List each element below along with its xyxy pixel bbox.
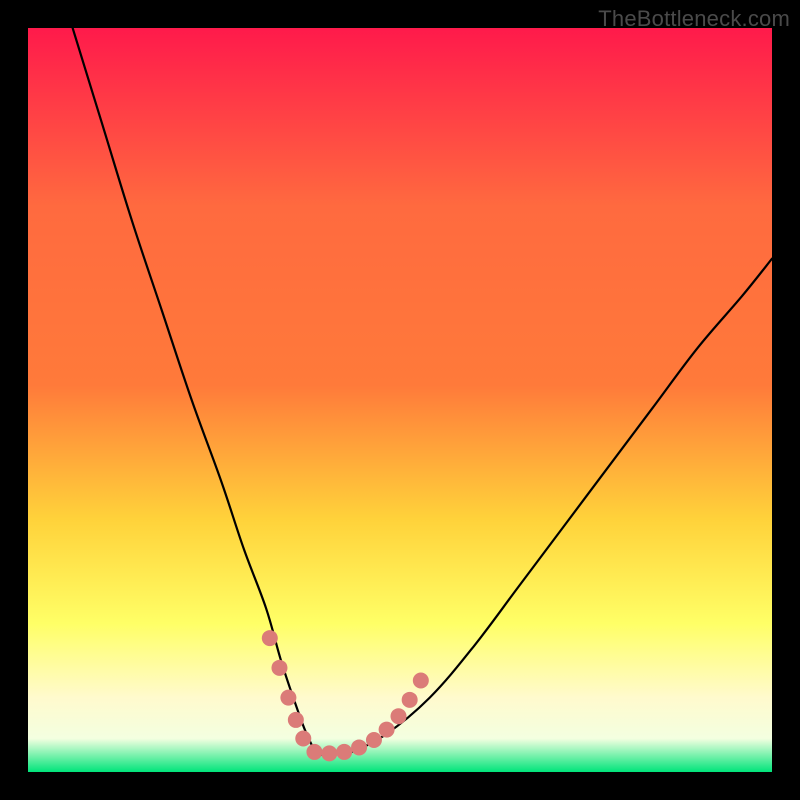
highlight-point <box>321 745 337 761</box>
highlight-point <box>379 722 395 738</box>
highlight-point <box>351 739 367 755</box>
highlight-point <box>295 731 311 747</box>
chart-svg <box>28 28 772 772</box>
highlight-point <box>336 744 352 760</box>
highlight-point <box>391 708 407 724</box>
highlight-point <box>366 732 382 748</box>
outer-frame: TheBottleneck.com <box>0 0 800 800</box>
highlight-point <box>306 744 322 760</box>
highlight-point <box>288 712 304 728</box>
highlight-point <box>280 690 296 706</box>
watermark-text: TheBottleneck.com <box>598 6 790 32</box>
highlight-point <box>262 630 278 646</box>
plot-area <box>28 28 772 772</box>
gradient-background <box>28 28 772 772</box>
highlight-point <box>402 692 418 708</box>
highlight-point <box>271 660 287 676</box>
highlight-point <box>413 672 429 688</box>
